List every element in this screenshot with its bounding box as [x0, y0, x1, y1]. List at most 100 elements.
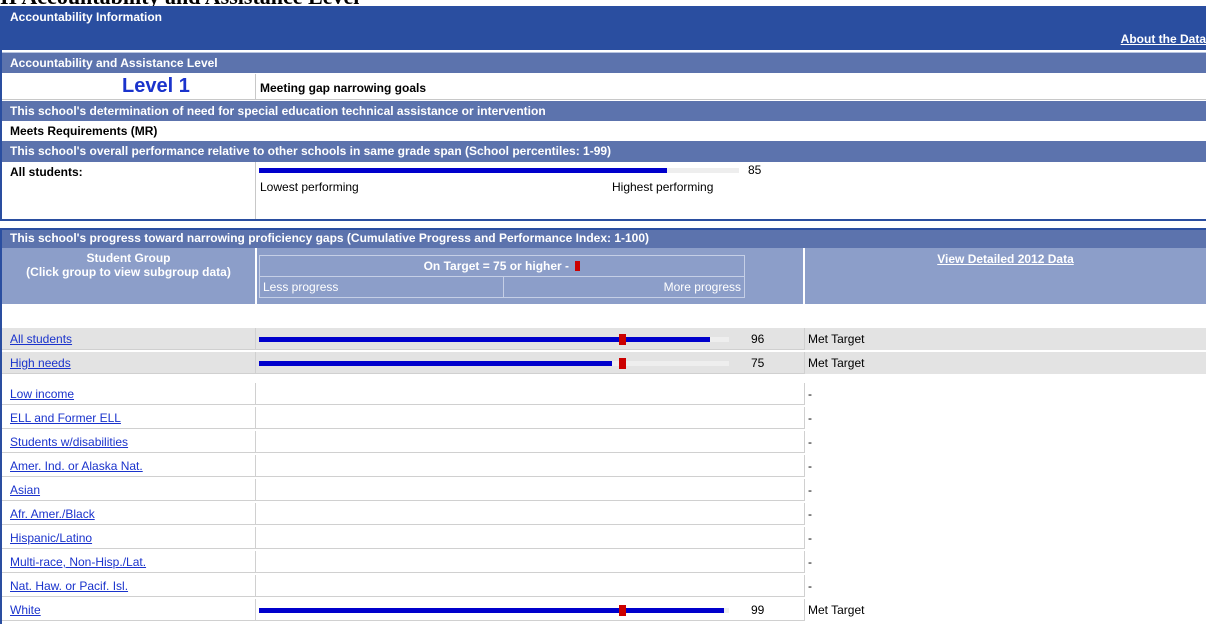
student-group-link[interactable]: White — [10, 603, 41, 617]
group-name-cell: High needs — [2, 352, 256, 374]
level-cell: Level 1 — [2, 74, 256, 99]
table-row: White 99 Met Target — [2, 599, 1206, 621]
progress-cell: 99 — [256, 599, 805, 621]
progress-cell: 96 — [256, 328, 805, 350]
table-row: Students w/disabilities - — [2, 431, 1206, 453]
group-name-cell: Hispanic/Latino — [2, 527, 256, 549]
progress-bar-track — [259, 605, 729, 616]
table-row: Multi-race, Non-Hisp./Lat. - — [2, 551, 1206, 573]
accountability-title: Accountability Information — [10, 10, 163, 24]
table-row: Hispanic/Latino - — [2, 527, 1206, 549]
target-status: Met Target — [808, 332, 865, 346]
progress-cell — [256, 575, 805, 597]
gap-progress-panel: This school's progress toward narrowing … — [0, 228, 1206, 624]
sped-row: Meets Requirements (MR) — [2, 121, 1206, 141]
student-group-link[interactable]: Asian — [10, 483, 40, 497]
all-students-label: All students: — [10, 165, 83, 179]
scale-divider — [503, 276, 504, 297]
progress-cell — [256, 383, 805, 405]
accountability-panel: Accountability Information About the Dat… — [0, 6, 1206, 221]
group-name-cell: Amer. Ind. or Alaska Nat. — [2, 455, 256, 477]
group-name-cell: ELL and Former ELL — [2, 407, 256, 429]
student-group-link[interactable]: All students — [10, 332, 72, 346]
target-status: - — [808, 531, 812, 545]
target-status: Met Target — [808, 603, 865, 617]
student-group-link[interactable]: Amer. Ind. or Alaska Nat. — [10, 459, 143, 473]
progress-cell — [256, 479, 805, 501]
student-group-link[interactable]: Nat. Haw. or Pacif. Isl. — [10, 579, 128, 593]
target-status: - — [808, 411, 812, 425]
student-group-header: Student Group (Click group to view subgr… — [2, 248, 256, 304]
target-status: - — [808, 555, 812, 569]
group-name-cell: Low income — [2, 383, 256, 405]
table-row: Nat. Haw. or Pacif. Isl. - — [2, 575, 1206, 597]
student-group-link[interactable]: ELL and Former ELL — [10, 411, 121, 425]
sped-section-title: This school's determination of need for … — [10, 104, 546, 118]
group-name-cell: Asian — [2, 479, 256, 501]
progress-value: 75 — [751, 356, 765, 370]
group-name-cell: All students — [2, 328, 256, 350]
target-status: - — [808, 483, 812, 497]
progress-bar-fill — [259, 361, 612, 366]
table-row: Amer. Ind. or Alaska Nat. - — [2, 455, 1206, 477]
progress-header: On Target = 75 or higher - Less progress… — [257, 248, 804, 304]
percentile-bar-fill — [259, 168, 667, 173]
progress-value: 96 — [751, 332, 765, 346]
student-group-link[interactable]: High needs — [10, 356, 71, 370]
lowest-performing-label: Lowest performing — [260, 180, 359, 194]
progress-bar-track — [259, 358, 729, 369]
view-detailed-data-link[interactable]: View Detailed 2012 Data — [805, 252, 1206, 266]
detail-header: View Detailed 2012 Data — [805, 248, 1206, 304]
sped-section-header: This school's determination of need for … — [2, 101, 1206, 121]
progress-cell — [256, 455, 805, 477]
group-name-cell: Afr. Amer./Black — [2, 503, 256, 525]
student-group-link[interactable]: Multi-race, Non-Hisp./Lat. — [10, 555, 146, 569]
table-row: Low income - — [2, 383, 1206, 405]
gap-progress-header: This school's progress toward narrowing … — [2, 230, 1206, 248]
target-status: - — [808, 435, 812, 449]
student-group-link[interactable]: Hispanic/Latino — [10, 531, 92, 545]
progress-cell — [256, 551, 805, 573]
percentile-bar-track — [259, 168, 739, 173]
student-group-link[interactable]: Afr. Amer./Black — [10, 507, 95, 521]
about-data-link[interactable]: About the Data — [1121, 32, 1206, 46]
progress-bar-fill — [259, 608, 724, 613]
level-value: Level 1 — [122, 75, 190, 97]
progress-cell — [256, 431, 805, 453]
table-row: All students 96 Met Target — [2, 328, 1206, 350]
progress-value: 99 — [751, 603, 765, 617]
performance-section-title: This school's overall performance relati… — [10, 144, 612, 158]
performance-label-cell: All students: — [2, 162, 256, 219]
table-row: Asian - — [2, 479, 1206, 501]
student-group-link[interactable]: Students w/disabilities — [10, 435, 128, 449]
target-marker-icon — [575, 261, 581, 271]
level-section-header: Accountability and Assistance Level — [2, 52, 1206, 73]
target-legend-text: On Target = 75 or higher - — [423, 259, 570, 273]
group-name-cell: Nat. Haw. or Pacif. Isl. — [2, 575, 256, 597]
accountability-header: Accountability Information About the Dat… — [2, 8, 1206, 50]
gap-progress-title: This school's progress toward narrowing … — [10, 231, 650, 245]
table-header: Student Group (Click group to view subgr… — [2, 248, 1206, 304]
more-progress-label: More progress — [663, 280, 741, 294]
target-status: - — [808, 459, 812, 473]
progress-cell: 75 — [256, 352, 805, 374]
sped-value: Meets Requirements (MR) — [10, 124, 158, 138]
target-marker — [619, 334, 626, 345]
table-row: High needs 75 Met Target — [2, 352, 1206, 374]
target-status: - — [808, 507, 812, 521]
table-row: Afr. Amer./Black - — [2, 503, 1206, 525]
group-name-cell: Multi-race, Non-Hisp./Lat. — [2, 551, 256, 573]
target-marker — [619, 605, 626, 616]
progress-cell — [256, 503, 805, 525]
target-legend: On Target = 75 or higher - — [260, 256, 744, 277]
target-marker — [619, 358, 626, 369]
level-section-title: Accountability and Assistance Level — [10, 56, 218, 70]
student-group-link[interactable]: Low income — [10, 387, 74, 401]
performance-section-header: This school's overall performance relati… — [2, 141, 1206, 162]
highest-performing-label: Highest performing — [612, 180, 714, 194]
progress-cell — [256, 527, 805, 549]
target-status: - — [808, 387, 812, 401]
group-name-cell: White — [2, 599, 256, 621]
percentile-value: 85 — [748, 163, 762, 177]
progress-scale-box: On Target = 75 or higher - Less progress… — [259, 255, 745, 298]
